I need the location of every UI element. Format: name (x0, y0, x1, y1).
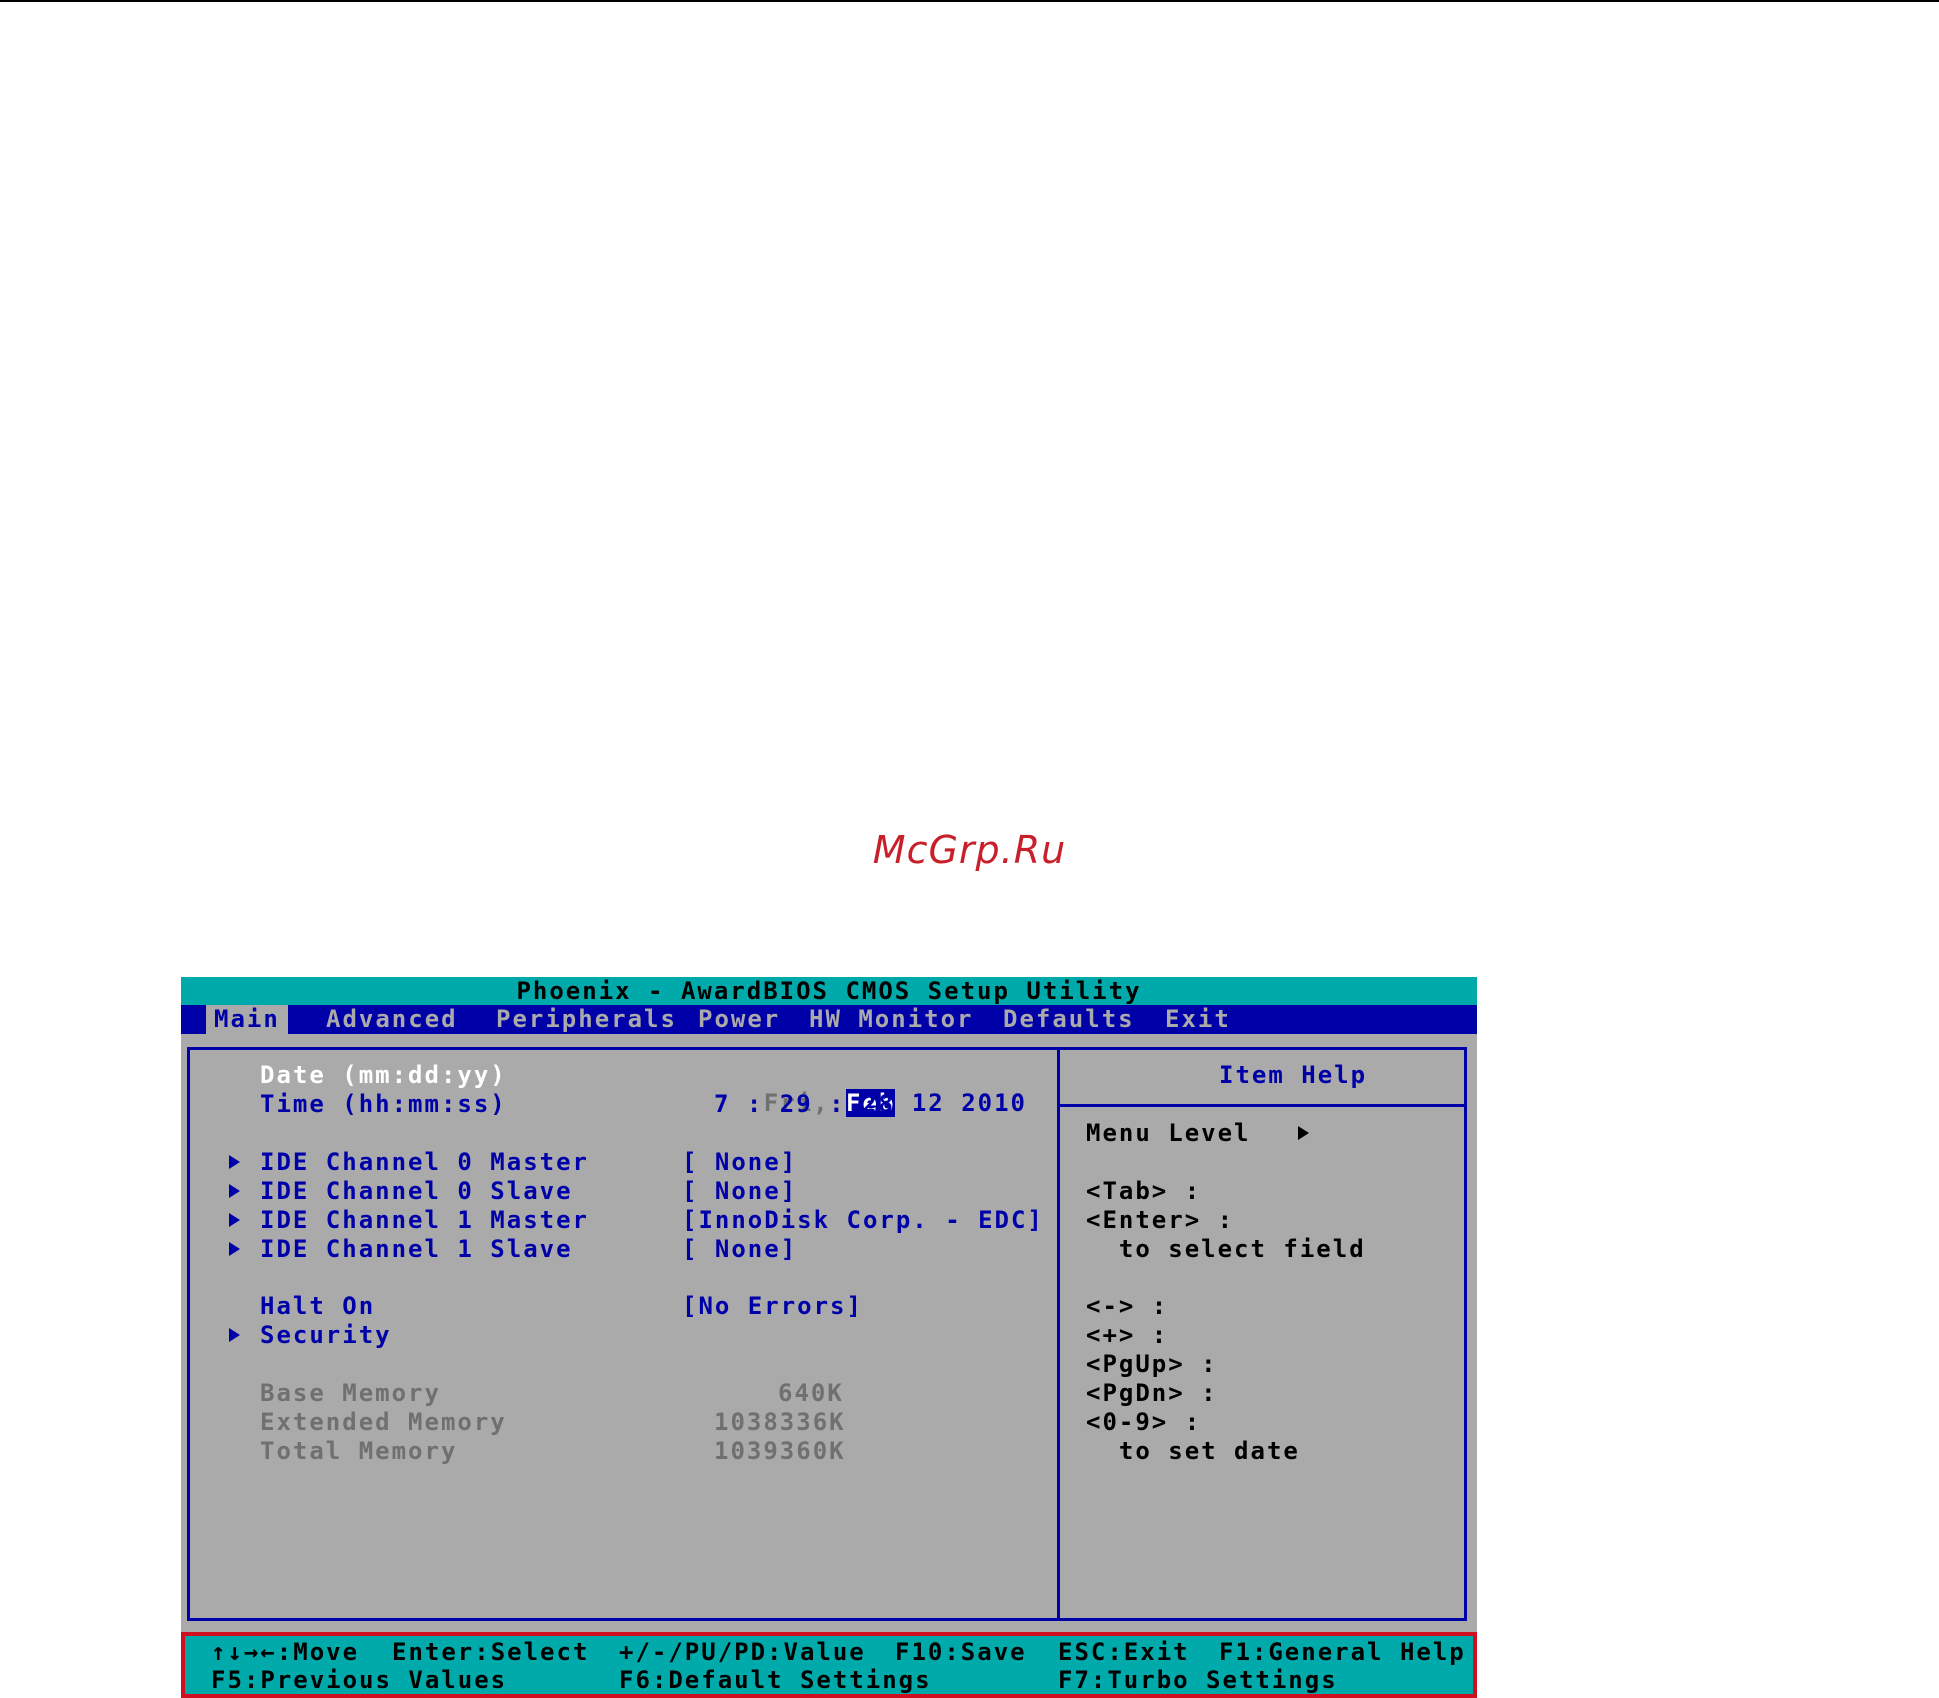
total-memory-label: Total Memory (260, 1437, 458, 1465)
ide-channel-1-slave-label[interactable]: IDE Channel 1 Slave (260, 1235, 573, 1263)
base-memory-value: 640K (778, 1379, 844, 1407)
help-line: to set date (1086, 1437, 1300, 1465)
help-line: <Enter> : (1086, 1206, 1235, 1234)
ide-channel-0-master-value[interactable]: [ None] (682, 1148, 797, 1176)
key-hint-save: F10:Save (895, 1638, 1027, 1666)
key-hint-move: ↑↓→←:Move (211, 1638, 360, 1666)
item-help-title: Item Help (1219, 1061, 1368, 1089)
watermark: McGrp.Ru (872, 828, 1067, 872)
extended-memory-label: Extended Memory (260, 1408, 507, 1436)
bios-title: Phoenix - AwardBIOS CMOS Setup Utility (181, 977, 1477, 1005)
page-top-rule (0, 0, 1939, 2)
total-memory-value: 1039360K (714, 1437, 846, 1465)
submenu-arrow-icon (229, 1213, 240, 1227)
help-line: <0-9> : (1086, 1408, 1202, 1436)
help-title-divider (1060, 1104, 1467, 1107)
key-hint-default-settings: F6:Default Settings (619, 1666, 932, 1694)
tab-power[interactable]: Power (690, 1005, 788, 1034)
time-value[interactable]: 7 : 29 : 28 (714, 1090, 895, 1118)
menu-level-arrow-icon (1298, 1126, 1309, 1140)
submenu-arrow-icon (229, 1155, 240, 1169)
help-line: <PgDn> : (1086, 1379, 1218, 1407)
ide-channel-0-slave-value[interactable]: [ None] (682, 1177, 797, 1205)
ide-channel-1-master-value[interactable]: [InnoDisk Corp. - EDC] (682, 1206, 1044, 1234)
key-hint-previous-values: F5:Previous Values (211, 1666, 508, 1694)
date-label: Date (mm:dd:yy) (260, 1061, 507, 1089)
tab-main[interactable]: Main (206, 1005, 288, 1034)
help-line: <-> : (1086, 1292, 1169, 1320)
key-hint-select: Enter:Select (392, 1638, 590, 1666)
base-memory-label: Base Memory (260, 1379, 441, 1407)
halt-on-label: Halt On (260, 1292, 376, 1320)
menu-level-label: Menu Level (1086, 1119, 1251, 1147)
help-line: to select field (1086, 1235, 1366, 1263)
halt-on-value[interactable]: [No Errors] (682, 1292, 863, 1320)
extended-memory-value: 1038336K (714, 1408, 846, 1436)
submenu-arrow-icon (229, 1328, 240, 1342)
submenu-arrow-icon (229, 1242, 240, 1256)
ide-channel-1-master-label[interactable]: IDE Channel 1 Master (260, 1206, 589, 1234)
key-legend-footer: ↑↓→←:Move Enter:Select +/-/PU/PD:Value F… (181, 1632, 1477, 1698)
ide-channel-0-slave-label[interactable]: IDE Channel 0 Slave (260, 1177, 573, 1205)
tab-hw-monitor[interactable]: HW Monitor (801, 1005, 982, 1034)
help-divider (1057, 1047, 1060, 1621)
ide-channel-0-master-label[interactable]: IDE Channel 0 Master (260, 1148, 589, 1176)
tab-peripherals[interactable]: Peripherals (488, 1005, 685, 1034)
key-hint-turbo-settings: F7:Turbo Settings (1058, 1666, 1338, 1694)
ide-channel-1-slave-value[interactable]: [ None] (682, 1235, 797, 1263)
tab-exit[interactable]: Exit (1157, 1005, 1239, 1034)
tab-advanced[interactable]: Advanced (318, 1005, 466, 1034)
help-line: <+> : (1086, 1321, 1169, 1349)
key-hint-exit: ESC:Exit (1058, 1638, 1190, 1666)
date-field[interactable]: Fri, Feb 12 2010 (698, 1061, 1027, 1117)
submenu-arrow-icon (229, 1184, 240, 1198)
help-line: <PgUp> : (1086, 1350, 1218, 1378)
date-rest[interactable]: 12 2010 (912, 1089, 1027, 1117)
key-hint-value: +/-/PU/PD:Value (619, 1638, 866, 1666)
key-hint-general-help: F1:General Help (1219, 1638, 1466, 1666)
tab-defaults[interactable]: Defaults (995, 1005, 1143, 1034)
help-line: <Tab> : (1086, 1177, 1202, 1205)
bios-setup-screen: Phoenix - AwardBIOS CMOS Setup Utility M… (181, 977, 1477, 1698)
security-label[interactable]: Security (260, 1321, 392, 1349)
menu-bar: Main Advanced Peripherals Power HW Monit… (181, 1005, 1477, 1034)
time-label: Time (hh:mm:ss) (260, 1090, 507, 1118)
